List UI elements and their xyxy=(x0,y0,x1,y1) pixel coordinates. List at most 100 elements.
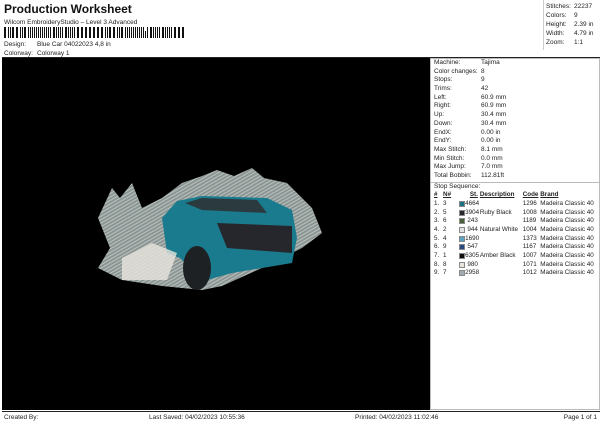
stop-sequence-title: Stop Sequence: xyxy=(431,181,599,191)
brand: Madeira Classic 40 xyxy=(540,243,594,251)
needle-number: 1 xyxy=(443,251,447,259)
detail-row: Down: 30.4 mm xyxy=(431,120,599,129)
table-row: 5. 4 1690 1373 Madeira Classic 40 xyxy=(434,234,599,243)
stat-label: Colors: xyxy=(546,12,567,19)
detail-row: Trims: 42 xyxy=(431,85,599,94)
brand: Madeira Classic 40 xyxy=(540,217,594,225)
description: Natural White xyxy=(479,225,519,233)
needle-number: 9 xyxy=(443,243,447,251)
brand: Madeira Classic 40 xyxy=(540,199,594,207)
detail-row: Max Stitch: 8.1 mm xyxy=(431,146,599,155)
column-header: Description xyxy=(479,191,515,199)
needle-number: 8 xyxy=(443,260,447,268)
detail-value: 8 xyxy=(481,67,485,75)
detail-value: 0.00 in xyxy=(481,137,501,145)
stop-sequence-table: # N# St. Description Code Brand 1. 3 4664 1296 Mad… xyxy=(434,190,599,277)
table-row: 3. 6 243 1189 Madeira Classic 40 xyxy=(434,216,599,225)
created-by: Created By: xyxy=(4,414,39,421)
needle-number: 4 xyxy=(443,234,447,242)
footer: Created By: Last Saved: 04/02/2023 10:55… xyxy=(2,411,600,424)
stat-row: Stitches: 22237 xyxy=(546,2,600,11)
color-swatch xyxy=(459,218,466,225)
detail-label: EndY: xyxy=(434,137,452,145)
row-number: 2. xyxy=(434,208,440,216)
detail-value: 30.4 mm xyxy=(481,119,507,127)
stitch-count: 547 xyxy=(467,243,478,251)
code: 1373 xyxy=(522,234,537,242)
stat-value: 4.79 in xyxy=(574,30,594,37)
detail-label: Right: xyxy=(434,102,451,110)
brand: Madeira Classic 40 xyxy=(540,225,594,233)
detail-value: 60.9 mm xyxy=(481,102,507,110)
detail-value: 42 xyxy=(481,85,489,93)
table-row: 2. 5 3904 Ruby Black 1008 Madeira Classic 40 xyxy=(434,208,599,217)
stitch-count: 4664 xyxy=(465,199,480,207)
barcode xyxy=(4,27,186,38)
detail-label: Color changes: xyxy=(434,67,478,75)
brand: Madeira Classic 40 xyxy=(540,260,594,268)
detail-label: Machine: xyxy=(434,59,461,66)
embroidery-design-image xyxy=(98,168,322,290)
detail-label: Down: xyxy=(434,119,453,127)
row-number: 6. xyxy=(434,243,440,251)
printed-date: Printed: 04/02/2023 11:02:46 xyxy=(355,414,439,421)
detail-value: 8.1 mm xyxy=(481,145,503,153)
detail-row: Total Bobbin: 112.81ft xyxy=(431,172,599,181)
stat-row: Width: 4.79 in xyxy=(546,29,600,38)
description xyxy=(480,199,523,208)
stitch-cell: 944 xyxy=(459,225,480,234)
stitch-count: 944 xyxy=(467,225,478,233)
code: 1071 xyxy=(522,260,537,268)
table-row: 1. 3 4664 1296 Madeira Classic 40 xyxy=(434,199,599,208)
detail-label: Up: xyxy=(434,111,445,119)
column-header: St. xyxy=(469,191,478,199)
detail-value: Tajima xyxy=(481,59,500,66)
detail-row: Min Stitch: 0.0 mm xyxy=(431,155,599,164)
code: 1296 xyxy=(522,199,537,207)
stat-label: Width: xyxy=(546,30,565,37)
detail-row: Right: 60.9 mm xyxy=(431,102,599,111)
stat-value: 22237 xyxy=(574,3,593,10)
brand: Madeira Classic 40 xyxy=(540,269,594,277)
code: 1189 xyxy=(522,217,537,225)
colorway-info: Colorway: Colorway 1 xyxy=(4,50,70,57)
stitch-cell: 547 xyxy=(459,242,480,251)
color-swatch xyxy=(459,244,466,251)
stitch-cell: 1690 xyxy=(459,234,480,243)
detail-value: 0.00 in xyxy=(481,128,501,136)
column-header: Code xyxy=(522,191,539,199)
row-number: 1. xyxy=(434,199,440,207)
needle-number: 7 xyxy=(443,269,447,277)
last-saved: Last Saved: 04/02/2023 10:55:36 xyxy=(149,414,245,421)
detail-label: EndX: xyxy=(434,128,452,136)
table-row: 9. 7 2958 1012 Madeira Classic 40 xyxy=(434,269,599,278)
description xyxy=(480,234,523,243)
row-number: 5. xyxy=(434,234,440,242)
detail-row: Color changes: 8 xyxy=(431,68,599,77)
brand: Madeira Classic 40 xyxy=(540,208,594,216)
stitch-count: 1690 xyxy=(465,234,480,242)
needle-number: 6 xyxy=(443,217,447,225)
stitch-cell: 243 xyxy=(459,216,480,225)
stats-box: Stitches: 22237 Colors: 9 Height: 2.39 in Widt… xyxy=(543,0,600,50)
detail-label: Trims: xyxy=(434,85,452,93)
stitch-cell: 3904 xyxy=(459,208,480,217)
detail-label: Max Jump: xyxy=(434,163,466,171)
stat-row: Colors: 9 xyxy=(546,11,600,20)
stitch-cell: 4664 xyxy=(459,199,480,208)
stitch-count: 3904 xyxy=(465,208,480,216)
column-header: Brand xyxy=(540,191,559,199)
row-number: 8. xyxy=(434,260,440,268)
colorway-value: Colorway 1 xyxy=(37,50,70,57)
detail-value: 60.9 mm xyxy=(481,93,507,101)
code: 1008 xyxy=(522,208,537,216)
detail-value: 9 xyxy=(481,76,485,84)
row-number: 9. xyxy=(434,269,440,277)
table-row: 8. 8 980 1071 Madeira Classic 40 xyxy=(434,260,599,269)
stitch-cell: 980 xyxy=(459,260,480,269)
stat-row: Zoom: 1:1 xyxy=(546,38,600,47)
column-header: # xyxy=(434,191,438,199)
table-row: 7. 1 6305 Amber Black 1007 Madeira Classic 40 xyxy=(434,251,599,260)
brand: Madeira Classic 40 xyxy=(540,251,594,259)
code: 1012 xyxy=(522,269,537,277)
